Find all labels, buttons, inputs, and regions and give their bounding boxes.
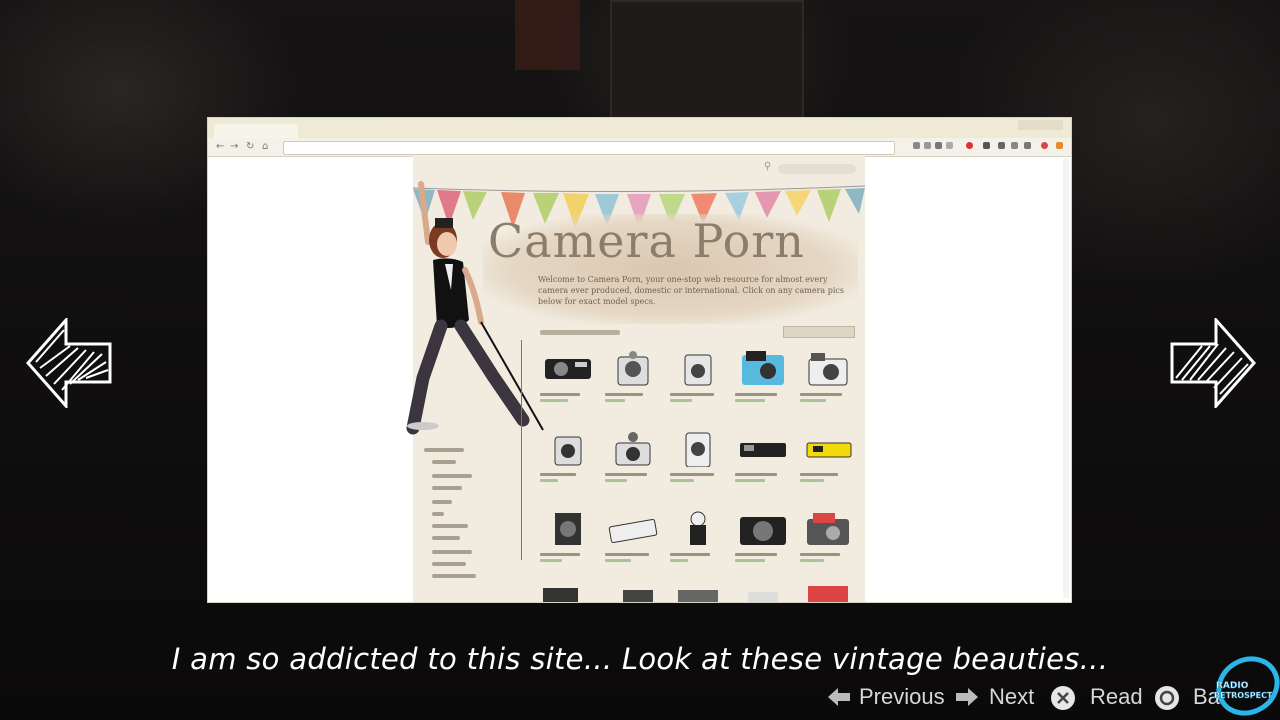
menu-icon: [1056, 142, 1063, 149]
forward-arrow-icon: →: [230, 141, 239, 152]
sidebar-link: [432, 474, 472, 478]
camera-row-partial: [543, 586, 848, 602]
sidebar-link: [432, 500, 452, 504]
browser-titlebar: [208, 118, 1071, 138]
camera-item[interactable]: [798, 343, 858, 419]
browser-tab: [214, 124, 298, 138]
camera-item[interactable]: [603, 423, 663, 499]
site-search-field: [778, 164, 856, 174]
extension-icon: [1041, 142, 1048, 149]
extension-icon: [1011, 142, 1018, 149]
sidebar-link: [432, 536, 460, 540]
filter-label: [540, 330, 620, 335]
sidebar-divider: [521, 340, 522, 560]
extension-icon: [935, 142, 942, 149]
svg-text:RADIO: RADIO: [1216, 681, 1249, 691]
sidebar-link: [432, 524, 468, 528]
camera-item[interactable]: [798, 503, 858, 579]
search-icon: ⚲: [764, 161, 772, 172]
read-hint-label[interactable]: Read: [1090, 684, 1143, 710]
extension-icon: [966, 142, 973, 149]
camera-item[interactable]: [798, 423, 858, 499]
camera-item[interactable]: [603, 343, 663, 419]
sidebar-heading: [424, 448, 464, 452]
extension-icon: [946, 142, 953, 149]
home-icon: ⌂: [262, 141, 269, 152]
circle-button-icon: [1155, 686, 1179, 710]
extension-icon: [983, 142, 990, 149]
background-frame: [610, 0, 804, 119]
camera-item[interactable]: [538, 343, 598, 419]
window-controls: [1018, 120, 1063, 130]
sidebar-link: [432, 512, 444, 516]
cross-button-icon: [1051, 686, 1075, 710]
extension-icon: [913, 142, 920, 149]
camera-item[interactable]: [733, 423, 793, 499]
next-hint-label[interactable]: Next: [989, 684, 1034, 710]
previous-hint-label[interactable]: Previous: [859, 684, 945, 710]
dialogue-subtitle: I am so addicted to this site... Look at…: [171, 642, 1109, 676]
reload-icon: ↻: [246, 141, 255, 152]
back-arrow-icon: ←: [216, 141, 225, 152]
previous-arrow-icon[interactable]: [26, 318, 114, 408]
camera-item[interactable]: [538, 503, 598, 579]
address-bar: [283, 141, 895, 155]
camera-item[interactable]: [733, 503, 793, 579]
extension-icon: [924, 142, 931, 149]
previous-hint-icon: [828, 688, 850, 706]
camera-item[interactable]: [733, 343, 793, 419]
svg-text:RETROSPECT: RETROSPECT: [1214, 691, 1273, 700]
extension-icon: [998, 142, 1005, 149]
background-poster: [515, 0, 580, 70]
sidebar-link: [432, 574, 476, 578]
sidebar-link: [432, 460, 456, 464]
next-hint-icon: [956, 688, 978, 706]
camera-item[interactable]: [538, 423, 598, 499]
site-welcome-text: Welcome to Camera Porn, your one-stop we…: [538, 275, 845, 306]
radio-retrospect-logo: RADIO RETROSPECT: [1214, 656, 1280, 716]
computer-screen-photo[interactable]: ← → ↻ ⌂ ⚲ Camera Porn Welcome to Camera …: [208, 118, 1071, 602]
camera-item[interactable]: [668, 343, 728, 419]
sidebar-link: [432, 486, 462, 490]
extension-icon: [1024, 142, 1031, 149]
camera-item[interactable]: [668, 503, 728, 579]
sidebar-link: [432, 550, 472, 554]
camera-item[interactable]: [603, 503, 663, 579]
sort-dropdown: [783, 326, 855, 338]
sidebar-link: [432, 562, 466, 566]
camera-item[interactable]: [668, 423, 728, 499]
pinup-illustration: [406, 181, 544, 435]
next-arrow-icon[interactable]: [1168, 318, 1256, 408]
browser-scrollbar: [1063, 158, 1069, 598]
